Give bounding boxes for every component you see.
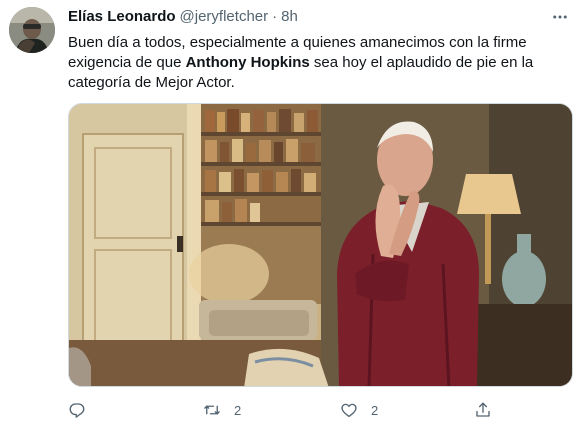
avatar[interactable] xyxy=(9,7,55,53)
more-horizontal-icon xyxy=(553,15,567,19)
reply-button[interactable] xyxy=(68,398,86,422)
like-count: 2 xyxy=(371,402,379,418)
like-button[interactable]: 2 xyxy=(340,398,378,422)
reply-icon xyxy=(69,403,85,418)
timestamp[interactable]: 8h xyxy=(281,8,298,25)
photo-scene xyxy=(69,104,572,386)
author-handle[interactable]: @jeryfletcher xyxy=(180,8,269,25)
retweet-count: 2 xyxy=(234,402,242,418)
tweet-header: Elías Leonardo @jeryfletcher · 8h xyxy=(68,8,298,25)
avatar-image xyxy=(9,7,55,53)
tweet-image[interactable] xyxy=(68,103,573,387)
tweet-text: Buen día a todos, especialmente a quiene… xyxy=(68,33,566,93)
retweet-icon xyxy=(204,405,220,415)
more-options-button[interactable] xyxy=(548,6,572,28)
retweet-button[interactable]: 2 xyxy=(203,398,241,422)
separator-dot: · xyxy=(272,8,278,25)
tweet-card: Elías Leonardo @jeryfletcher · 8h Buen d… xyxy=(0,0,582,428)
heart-icon xyxy=(341,403,357,418)
author-name[interactable]: Elías Leonardo xyxy=(68,8,176,25)
share-button[interactable] xyxy=(474,398,492,422)
action-bar: 2 2 xyxy=(68,398,498,422)
tweet-text-bold: Anthony Hopkins xyxy=(185,54,310,71)
share-icon xyxy=(476,402,490,417)
